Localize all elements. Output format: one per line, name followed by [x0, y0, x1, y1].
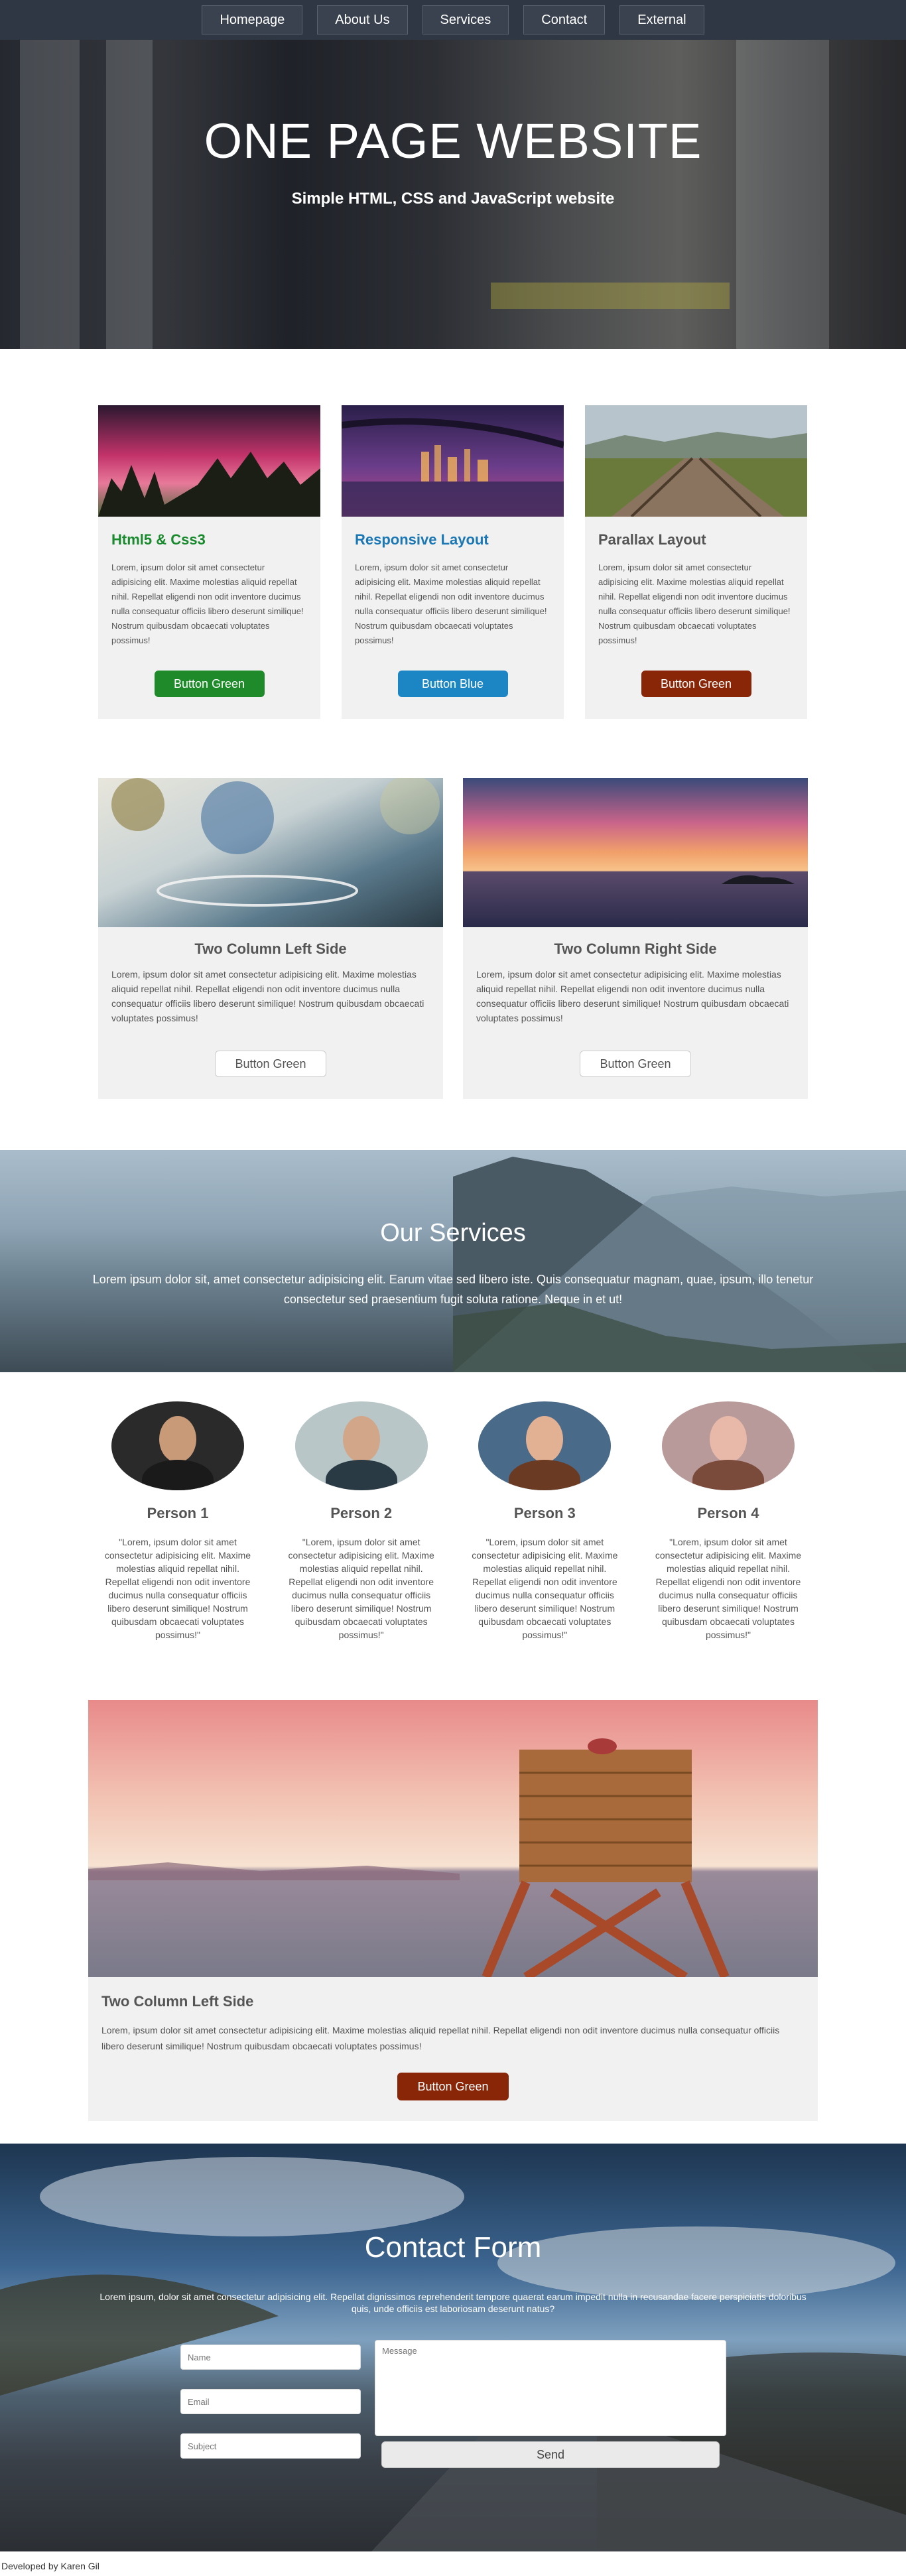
person-name: Person 4	[697, 1505, 759, 1521]
aurora-forest-image	[98, 405, 320, 517]
feature-card-responsive: Responsive Layout Lorem, ipsum dolor sit…	[342, 405, 564, 719]
two-column-cards: Two Column Left Side Lorem, ipsum dolor …	[98, 778, 808, 1099]
feature-card-html5: Html5 & Css3 Lorem, ipsum dolor sit amet…	[98, 405, 320, 719]
column-title: Two Column Left Side	[194, 940, 347, 957]
column-text: Lorem, ipsum dolor sit amet consectetur …	[111, 969, 424, 1023]
contact-text: Lorem ipsum, dolor sit amet consectetur …	[99, 2291, 807, 2314]
hero-title: ONE PAGE WEBSITE	[204, 113, 702, 168]
contact-section: Contact Form Lorem ipsum, dolor sit amet…	[0, 2144, 906, 2551]
footer-credit: Developed by Karen Gil	[1, 2561, 99, 2571]
feature-title: Parallax Layout	[598, 531, 706, 548]
services-banner: Our Services Lorem ipsum dolor sit, amet…	[0, 1150, 906, 1372]
contact-title: Contact Form	[364, 2231, 542, 2264]
mountain-background-image	[453, 1157, 906, 1372]
feature-title: Responsive Layout	[355, 531, 489, 548]
person-quote: "Lorem, ipsum dolor sit amet consectetur…	[655, 1537, 802, 1640]
lifeguard-tower-beach-image	[88, 1700, 818, 1977]
person-quote: "Lorem, ipsum dolor sit amet consectetur…	[104, 1537, 251, 1640]
person-3-avatar	[478, 1401, 612, 1490]
button-green[interactable]: Button Green	[641, 671, 751, 697]
feature-text: Lorem, ipsum dolor sit amet consectetur …	[598, 562, 791, 645]
nav-homepage[interactable]: Homepage	[202, 5, 303, 34]
person-1-avatar	[111, 1401, 244, 1490]
feature-card-parallax: Parallax Layout Lorem, ipsum dolor sit a…	[585, 405, 807, 719]
wide-card: Two Column Left Side Lorem, ipsum dolor …	[88, 1700, 818, 2121]
top-navigation: Homepage About Us Services Contact Exter…	[0, 0, 906, 40]
button-green-outline[interactable]: Button Green	[215, 1051, 326, 1077]
send-button[interactable]: Send	[381, 2441, 720, 2468]
blurred-cup-image	[98, 778, 443, 927]
feature-title: Html5 & Css3	[111, 531, 206, 548]
office-desk-image	[491, 283, 730, 309]
person-card: Person 3 "Lorem, ipsum dolor sit amet co…	[465, 1401, 624, 1642]
person-card: Person 4 "Lorem, ipsum dolor sit amet co…	[649, 1401, 808, 1642]
feature-text: Lorem, ipsum dolor sit amet consectetur …	[355, 562, 547, 645]
nav-external[interactable]: External	[619, 5, 704, 34]
nav-about-us[interactable]: About Us	[317, 5, 408, 34]
person-2-avatar	[294, 1401, 428, 1490]
hero-banner: ONE PAGE WEBSITE Simple HTML, CSS and Ja…	[0, 40, 906, 349]
person-card: Person 2 "Lorem, ipsum dolor sit amet co…	[282, 1401, 441, 1642]
button-blue[interactable]: Button Blue	[397, 671, 508, 697]
nav-contact[interactable]: Contact	[523, 5, 606, 34]
button-green[interactable]: Button Green	[397, 2073, 509, 2100]
person-card: Person 1 "Lorem, ipsum dolor sit amet co…	[98, 1401, 257, 1642]
nav-services[interactable]: Services	[422, 5, 509, 34]
button-green[interactable]: Button Green	[154, 671, 265, 697]
person-quote: "Lorem, ipsum dolor sit amet consectetur…	[288, 1537, 434, 1640]
railway-tracks-image	[585, 405, 807, 517]
sunset-sea-image	[463, 778, 808, 927]
column-title: Two Column Right Side	[554, 940, 717, 957]
email-field[interactable]	[180, 2389, 361, 2414]
services-text: Lorem ipsum dolor sit, amet consectetur …	[92, 1273, 814, 1306]
person-name: Person 1	[147, 1505, 209, 1521]
name-field[interactable]	[180, 2345, 361, 2370]
footer: Developed by Karen Gil	[0, 2557, 906, 2576]
feature-cards: Html5 & Css3 Lorem, ipsum dolor sit amet…	[98, 405, 808, 719]
subject-field[interactable]	[180, 2433, 361, 2459]
column-card-right: Two Column Right Side Lorem, ipsum dolor…	[463, 778, 808, 1099]
person-name: Person 2	[330, 1505, 393, 1521]
hero-subtitle: Simple HTML, CSS and JavaScript website	[291, 190, 615, 208]
person-4-avatar	[661, 1401, 795, 1490]
button-green-outline[interactable]: Button Green	[580, 1051, 691, 1077]
person-quote: "Lorem, ipsum dolor sit amet consectetur…	[472, 1537, 618, 1640]
team-section: Person 1 "Lorem, ipsum dolor sit amet co…	[98, 1401, 808, 1642]
column-card-left: Two Column Left Side Lorem, ipsum dolor …	[98, 778, 443, 1099]
message-field[interactable]	[375, 2340, 726, 2436]
feature-text: Lorem, ipsum dolor sit amet consectetur …	[111, 562, 304, 645]
column-text: Lorem, ipsum dolor sit amet consectetur …	[476, 969, 789, 1023]
wide-card-text: Lorem, ipsum dolor sit amet consectetur …	[101, 2025, 780, 2051]
services-title: Our Services	[380, 1219, 526, 1247]
person-name: Person 3	[513, 1505, 576, 1521]
bridge-city-night-image	[342, 405, 564, 517]
wide-card-title: Two Column Left Side	[101, 1993, 254, 2010]
